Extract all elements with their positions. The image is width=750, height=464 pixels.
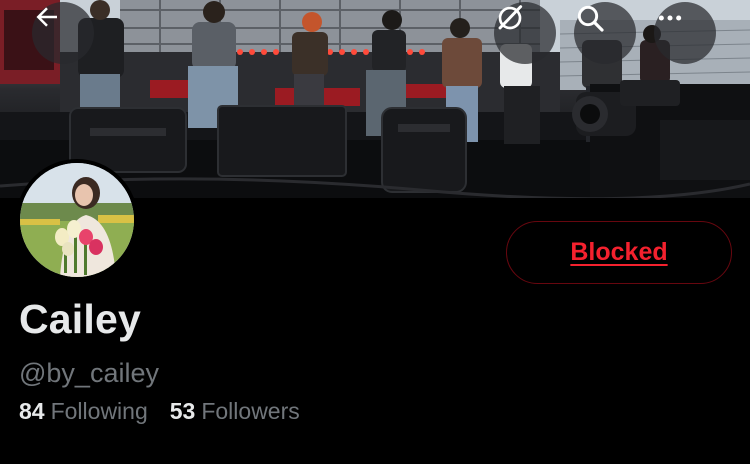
- avatar[interactable]: [16, 159, 138, 281]
- more-options-button[interactable]: [654, 2, 716, 64]
- search-icon: [577, 5, 604, 32]
- profile-display-name: Cailey: [19, 296, 141, 342]
- profile-banner[interactable]: [0, 0, 750, 198]
- following-count-link[interactable]: 84 Following: [19, 398, 148, 426]
- avatar-image: [20, 163, 134, 277]
- followers-count-link[interactable]: 53 Followers: [170, 398, 300, 426]
- profile-stats: 84 Following 53 Followers: [19, 398, 300, 426]
- arrow-left-icon: [36, 7, 57, 27]
- profile-page: Blocked Cailey @by_cailey 84 Following 53…: [0, 0, 750, 464]
- profile-handle: @by_cailey: [19, 358, 159, 388]
- banner-image: [0, 0, 750, 198]
- grok-button[interactable]: [494, 2, 556, 64]
- followers-count: 53: [169, 398, 196, 424]
- followers-label: Followers: [201, 398, 300, 424]
- following-count: 84: [19, 398, 45, 424]
- grok-icon: [498, 5, 523, 30]
- more-horizontal-icon: [658, 15, 682, 21]
- search-button[interactable]: [574, 2, 636, 64]
- following-label: Following: [50, 398, 148, 424]
- back-button[interactable]: [32, 2, 94, 64]
- blocked-button[interactable]: Blocked: [506, 221, 732, 284]
- blocked-button-label: Blocked: [570, 238, 668, 266]
